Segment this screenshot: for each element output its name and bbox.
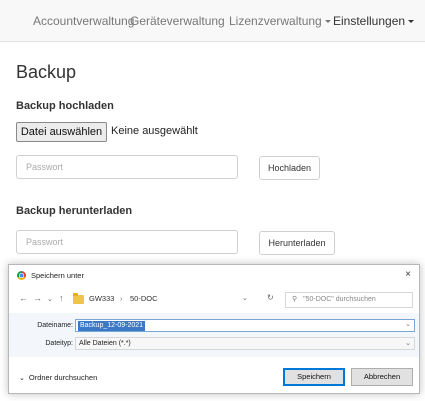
filetype-select[interactable]: Alle Dateien (*.*) ⌄ <box>75 337 415 350</box>
breadcrumb-separator-icon: › <box>120 294 123 303</box>
dialog-footer: ⌄ Ordner durchsuchen Speichern Abbrechen <box>9 357 419 395</box>
nav-item-label: Lizenzverwaltung <box>229 14 322 28</box>
page-title: Backup <box>16 62 77 82</box>
chevron-down-icon: ⌄ <box>405 340 411 347</box>
nav-item-label: Einstellungen <box>333 14 406 28</box>
download-heading: Backup herunterladen <box>16 205 133 217</box>
forward-arrow-icon[interactable]: → <box>33 293 42 303</box>
address-dropdown-icon[interactable]: ⌄ <box>242 294 248 302</box>
recent-dropdown-icon[interactable]: ⌄ <box>47 295 53 303</box>
nav-item-label: Geräteverwaltung <box>130 14 225 28</box>
filename-value: Backup_12-09-2021 <box>78 321 146 331</box>
dialog-titlebar: Speichern unter × <box>9 265 419 287</box>
upload-heading: Backup hochladen <box>16 100 114 112</box>
caret-down-icon <box>324 20 331 24</box>
search-icon: ⚲ <box>292 296 298 303</box>
nav-item-label: Accountverwaltung <box>33 14 135 28</box>
dialog-fields: Dateiname: Backup_12-09-2021 ⌄ Dateityp:… <box>9 313 419 357</box>
top-navbar: Accountverwaltung Geräteverwaltung Lizen… <box>0 0 425 42</box>
breadcrumb-item[interactable]: GW333 <box>89 294 114 303</box>
nav-item-accountverwaltung[interactable]: Accountverwaltung <box>33 14 134 28</box>
filetype-value: Alle Dateien (*.*) <box>79 340 131 347</box>
dialog-search-input[interactable]: ⚲ "50-DOC" durchsuchen <box>285 292 413 308</box>
cancel-button[interactable]: Abbrechen <box>351 368 413 386</box>
close-icon[interactable]: × <box>405 269 411 280</box>
browse-label: Ordner durchsuchen <box>28 373 98 382</box>
upload-button[interactable]: Hochladen <box>259 156 320 180</box>
back-arrow-icon[interactable]: ← <box>19 293 28 303</box>
dialog-address-bar: ← → ⌄ ↑ GW333 › 50-DOC ⌄ ↻ ⚲ "50-DOC" dur… <box>9 289 419 311</box>
file-status-text: Keine ausgewählt <box>111 125 198 137</box>
dialog-title: Speichern unter <box>31 271 84 280</box>
chrome-icon <box>17 271 26 280</box>
chevron-down-icon[interactable]: ⌄ <box>405 320 411 328</box>
caret-down-icon <box>408 20 415 24</box>
browse-folders-toggle[interactable]: ⌄ Ordner durchsuchen <box>19 373 97 382</box>
nav-item-lizenzverwaltung[interactable]: Lizenzverwaltung <box>229 14 331 28</box>
breadcrumb-item[interactable]: 50-DOC <box>130 294 158 303</box>
filename-input[interactable]: Backup_12-09-2021 ⌄ <box>75 319 415 332</box>
filetype-label: Dateityp: <box>45 340 73 347</box>
chevron-down-icon: ⌄ <box>19 375 25 382</box>
choose-file-button[interactable]: Datei auswählen <box>16 122 107 142</box>
save-as-dialog: Speichern unter × ← → ⌄ ↑ GW333 › 50-DOC… <box>8 264 420 394</box>
filename-label: Dateiname: <box>37 322 73 329</box>
nav-item-geraeteverwaltung[interactable]: Geräteverwaltung <box>130 14 225 28</box>
refresh-icon[interactable]: ↻ <box>267 293 274 302</box>
download-password-input[interactable]: Passwort <box>16 230 238 254</box>
search-placeholder: "50-DOC" durchsuchen <box>303 296 376 303</box>
nav-item-einstellungen[interactable]: Einstellungen <box>333 14 415 28</box>
download-button[interactable]: Herunterladen <box>259 231 335 255</box>
save-button[interactable]: Speichern <box>283 368 345 386</box>
upload-password-input[interactable]: Passwort <box>16 155 238 179</box>
folder-icon <box>73 293 84 304</box>
up-arrow-icon[interactable]: ↑ <box>59 293 64 303</box>
